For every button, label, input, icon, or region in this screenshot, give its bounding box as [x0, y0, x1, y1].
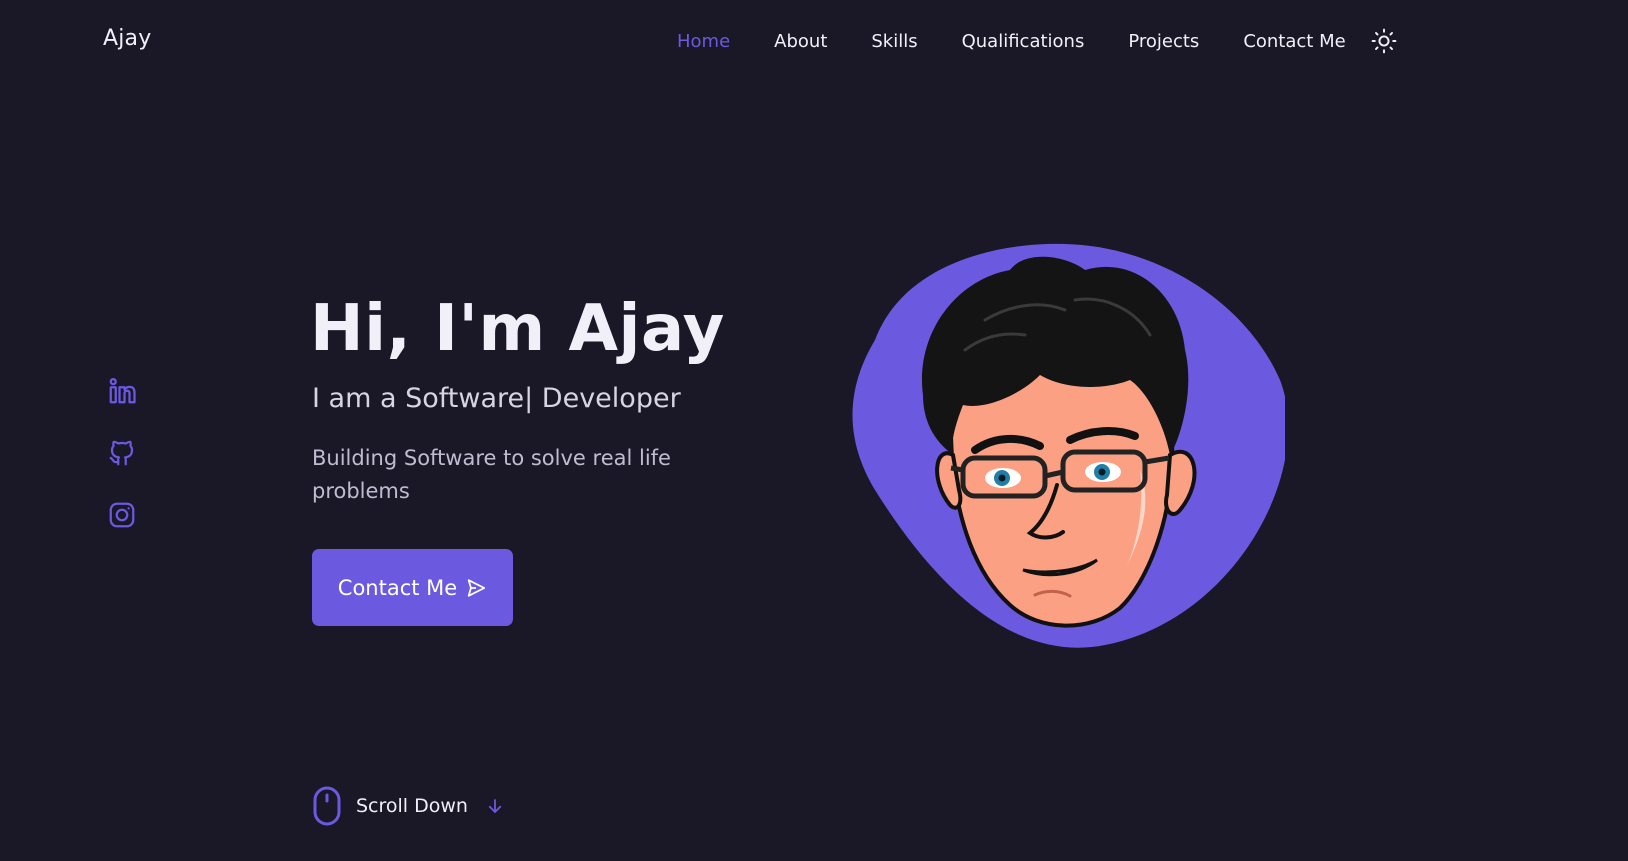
- nav-contact[interactable]: Contact Me: [1243, 31, 1345, 52]
- hero-subtitle: I am a Software| Developer: [312, 383, 681, 414]
- instagram-icon[interactable]: [107, 500, 137, 530]
- nav-qualifications[interactable]: Qualifications: [962, 31, 1085, 52]
- arrow-down-icon: [488, 799, 502, 813]
- cartoon-avatar: [835, 240, 1289, 660]
- nav-projects[interactable]: Projects: [1128, 31, 1199, 52]
- linkedin-icon[interactable]: [107, 376, 137, 406]
- nav-skills[interactable]: Skills: [871, 31, 917, 52]
- contact-me-button[interactable]: Contact Me: [312, 549, 513, 626]
- mouse-icon: [313, 786, 341, 826]
- scroll-down-link[interactable]: Scroll Down: [312, 786, 504, 826]
- hero-description: Building Software to solve real life pro…: [312, 446, 671, 503]
- github-icon[interactable]: [107, 438, 137, 468]
- hero-title: Hi, I'm Ajay: [310, 292, 725, 366]
- contact-me-label: Contact Me: [337, 575, 458, 600]
- scroll-down-label: Scroll Down: [356, 795, 468, 817]
- logo[interactable]: Ajay: [103, 26, 151, 51]
- page: Ajay Home About Skills Qualifications Pr…: [0, 0, 1628, 861]
- main-nav: Home About Skills Qualifications Project…: [677, 27, 1398, 55]
- social-links: [107, 376, 137, 562]
- sun-icon[interactable]: [1370, 27, 1398, 55]
- nav-about[interactable]: About: [774, 31, 827, 52]
- send-icon: [467, 578, 486, 597]
- nav-home[interactable]: Home: [677, 31, 730, 52]
